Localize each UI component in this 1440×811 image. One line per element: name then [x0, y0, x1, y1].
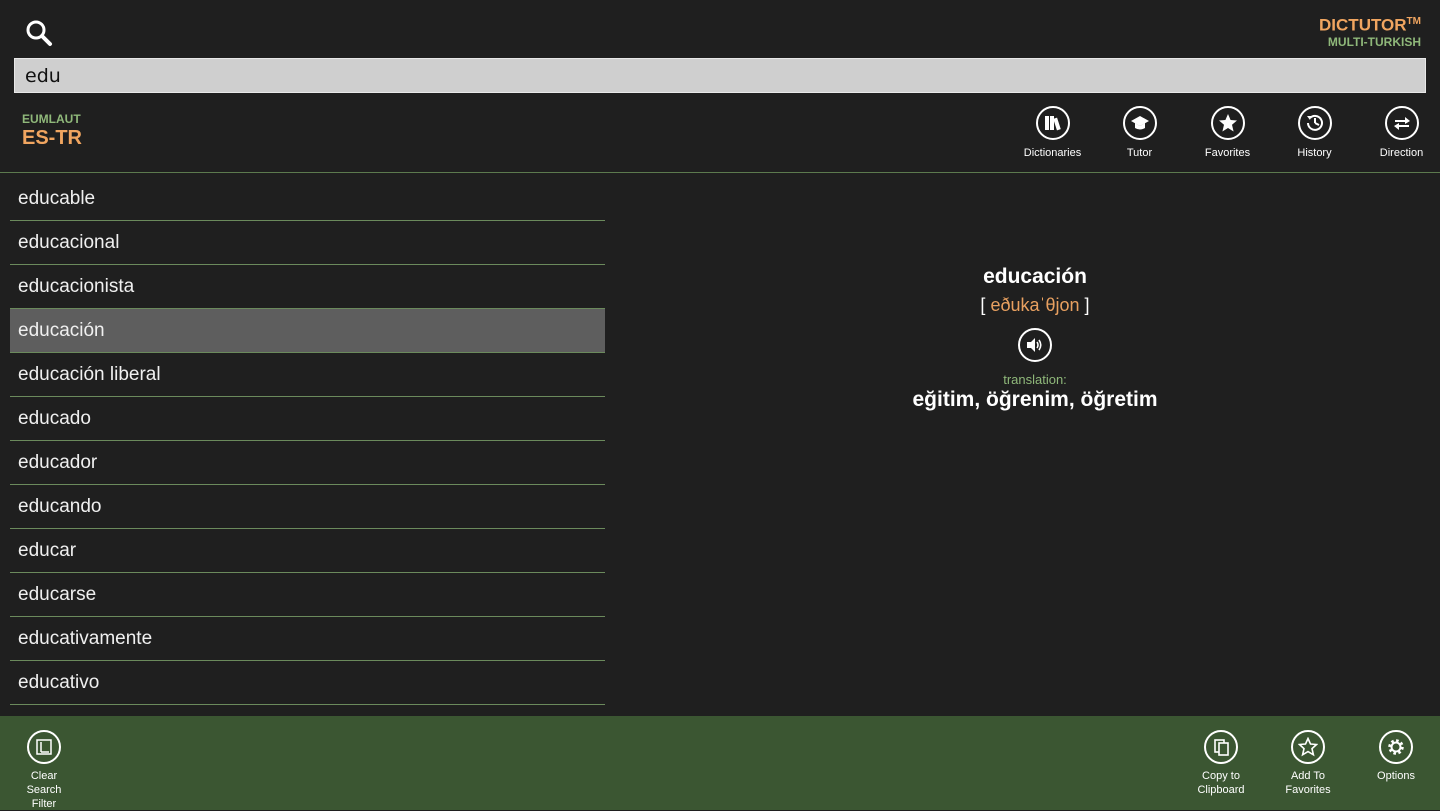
speaker-icon[interactable] — [1018, 328, 1052, 362]
favorites-button[interactable]: Favorites — [1184, 106, 1271, 159]
books-icon — [1035, 106, 1070, 140]
translation-text: eğitim, öğrenim, öğretim — [912, 388, 1158, 411]
history-label: History — [1297, 147, 1332, 159]
search-input[interactable] — [14, 58, 1426, 93]
direction-button[interactable]: Direction — [1358, 106, 1440, 159]
graduation-cap-icon — [1122, 106, 1157, 140]
list-item[interactable]: educarse — [10, 573, 605, 617]
search-icon[interactable] — [24, 18, 54, 48]
app-brand: DICTUTORTM MULTI-TURKISH — [1319, 12, 1421, 49]
clear-filter-icon — [27, 730, 61, 764]
pronunciation-ipa: eðukaˈθjon — [990, 295, 1080, 315]
add-to-favorites-button[interactable]: Add To Favorites — [1268, 730, 1348, 797]
clear-search-filter-label: Clear Search Filter — [26, 770, 62, 810]
swap-arrows-icon — [1384, 106, 1419, 140]
tutor-button[interactable]: Tutor — [1096, 106, 1183, 159]
list-item[interactable]: educador — [10, 441, 605, 485]
word-list[interactable]: educable educacional educacionista educa… — [10, 177, 605, 715]
translation-label: translation: — [1003, 372, 1067, 387]
pron-bracket-close: ] — [1084, 295, 1090, 315]
tutor-label: Tutor — [1126, 147, 1153, 159]
bottom-app-bar: Clear Search Filter Copy to Clipboard Ad… — [0, 716, 1440, 810]
list-item[interactable]: educativo — [10, 661, 605, 705]
dictionaries-label: Dictionaries — [1023, 147, 1082, 159]
direction-label: Direction — [1379, 147, 1424, 159]
options-label: Options — [1377, 770, 1415, 782]
dictionary-language-pair: ES-TR — [22, 127, 82, 149]
brand-name: DICTUTORTM — [1319, 15, 1421, 35]
list-item[interactable]: educar — [10, 529, 605, 573]
list-item[interactable]: educacional — [10, 221, 605, 265]
options-button[interactable]: Options — [1356, 730, 1436, 783]
header-divider — [0, 172, 1440, 173]
top-bar: DICTUTORTM MULTI-TURKISH — [0, 0, 1440, 56]
list-item[interactable]: educativamente — [10, 617, 605, 661]
list-item[interactable]: educable — [10, 177, 605, 221]
entry-pronunciation: [ eðukaˈθjon ] — [635, 295, 1435, 316]
list-item-selected[interactable]: educación — [10, 309, 605, 353]
pron-bracket-open: [ — [980, 295, 986, 315]
list-item[interactable]: educando — [10, 485, 605, 529]
list-item[interactable]: educado — [10, 397, 605, 441]
add-to-favorites-label: Add To Favorites — [1285, 770, 1331, 796]
entry-detail: educación [ eðukaˈθjon ] translation: eğ… — [635, 265, 1435, 412]
copy-icon — [1204, 730, 1238, 764]
entry-headword: educación — [983, 265, 1087, 288]
clear-search-filter-button[interactable]: Clear Search Filter — [4, 730, 84, 811]
history-clock-icon — [1297, 106, 1332, 140]
history-button[interactable]: History — [1271, 106, 1358, 159]
gear-icon — [1379, 730, 1413, 764]
copy-to-clipboard-label: Copy to Clipboard — [1197, 770, 1245, 796]
dictionary-info: EUMLAUT ES-TR — [22, 112, 82, 150]
list-item[interactable]: educacionista — [10, 265, 605, 309]
dictionary-vendor: EUMLAUT — [22, 112, 81, 126]
favorites-label: Favorites — [1204, 147, 1251, 159]
star-icon — [1210, 106, 1245, 140]
copy-to-clipboard-button[interactable]: Copy to Clipboard — [1181, 730, 1261, 797]
star-outline-icon — [1291, 730, 1325, 764]
dictionaries-button[interactable]: Dictionaries — [1009, 106, 1096, 159]
brand-subtitle: MULTI-TURKISH — [1327, 34, 1421, 49]
list-item[interactable]: educación liberal — [10, 353, 605, 397]
